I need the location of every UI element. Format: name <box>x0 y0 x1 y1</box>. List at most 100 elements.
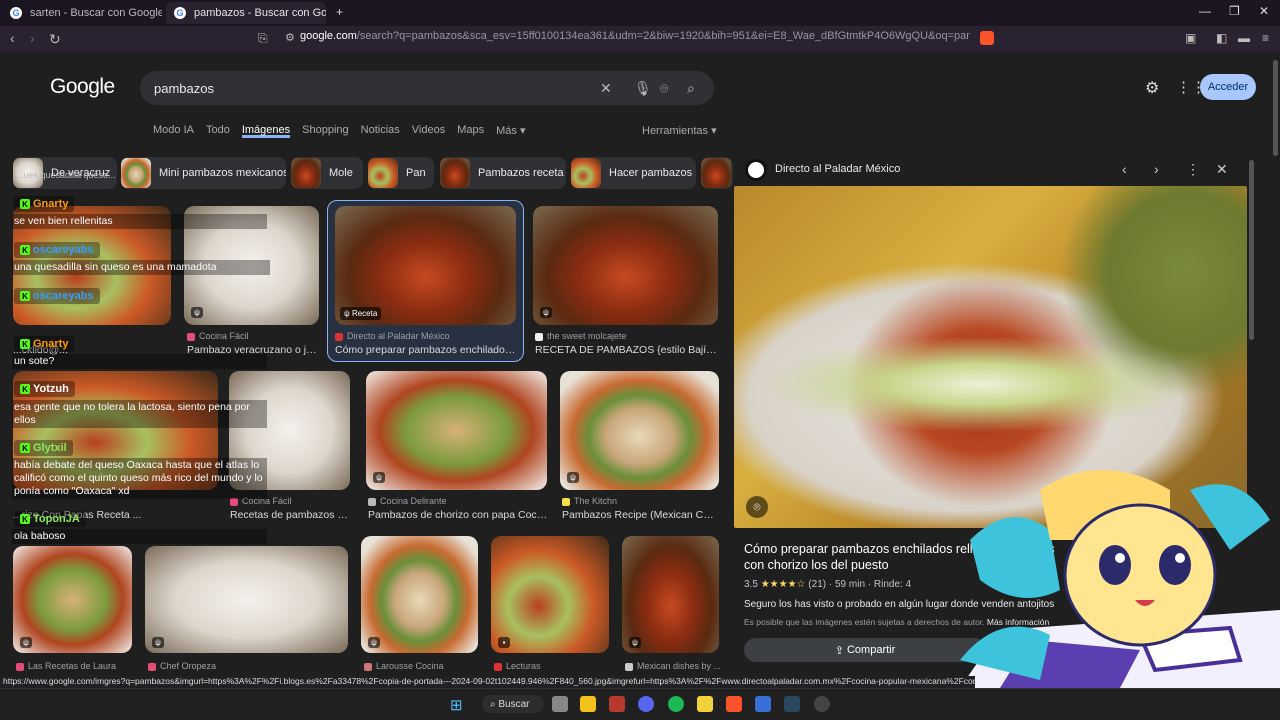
recipe-icon: ψ <box>20 637 32 648</box>
tools-button[interactable]: Herramientas ▾ <box>642 124 717 137</box>
taskbar-search[interactable]: ⌕ Buscar <box>482 695 544 713</box>
rating-stars: ★★★★☆ <box>760 579 806 590</box>
chip-mini-pambazos[interactable]: Mini pambazos mexicanos <box>121 157 286 189</box>
more-options-icon[interactable]: ⋮ <box>1186 161 1200 178</box>
recipe-icon: ψ <box>368 637 380 648</box>
reader-icon[interactable]: ▣ <box>1185 31 1196 45</box>
mic-icon[interactable]: 🎙 <box>634 80 652 97</box>
chat-username: K Gnarty <box>14 336 75 352</box>
clear-icon[interactable]: ✕ <box>600 80 612 97</box>
vpn-icon[interactable]: ▬ <box>1238 31 1250 45</box>
search-box[interactable]: pambazos ✕ 🎙 ⌾ ⌕ <box>140 71 714 105</box>
brave-shield-icon[interactable] <box>980 31 994 45</box>
tab-ai-mode[interactable]: Modo IA <box>153 124 194 138</box>
sign-in-button[interactable]: Acceder <box>1200 74 1256 100</box>
tab-shopping[interactable]: Shopping <box>302 124 349 138</box>
image-result[interactable]: ψ <box>533 206 718 325</box>
image-result[interactable]: ψ Receta <box>335 206 516 325</box>
minimize-icon[interactable]: — <box>1199 4 1211 18</box>
steam-icon[interactable] <box>784 696 800 712</box>
app-icon[interactable] <box>609 696 625 712</box>
panel-scrollbar[interactable] <box>1249 160 1254 340</box>
sidebar-icon[interactable]: ◧ <box>1216 31 1227 45</box>
result-caption[interactable]: Cómo preparar pambazos enchilados re... <box>335 344 517 356</box>
spotify-icon[interactable] <box>668 696 684 712</box>
chat-message: ...ues quesadilla queso... <box>16 170 116 180</box>
lens-icon[interactable]: ⌾ <box>660 80 668 97</box>
chat-message: ola baboso <box>12 529 267 544</box>
chip-mole[interactable]: Mole <box>291 157 363 189</box>
chat-username: K ToponJA <box>14 511 86 527</box>
google-favicon-icon: G <box>174 7 186 19</box>
panel-source[interactable]: Directo al Paladar México <box>775 163 900 175</box>
recipe-icon: ▪ <box>498 637 510 648</box>
bookmark-icon[interactable]: ⎘ <box>258 31 268 46</box>
chip-thumbnail <box>368 158 398 188</box>
app-icon[interactable] <box>755 696 771 712</box>
next-icon[interactable]: › <box>1154 161 1159 177</box>
image-result[interactable]: ▪ <box>491 536 609 653</box>
tab-images[interactable]: Imágenes <box>241 124 291 138</box>
task-view-icon[interactable] <box>552 696 568 712</box>
link-status-bar: https://www.google.com/imgres?q=pambazos… <box>0 676 975 688</box>
forward-icon[interactable]: › <box>30 30 35 46</box>
reload-icon[interactable]: ↻ <box>49 31 61 48</box>
google-logo[interactable]: Google <box>50 75 115 99</box>
result-caption[interactable]: RECETA DE PAMBAZOS {estilo Bajío} -... <box>535 344 717 356</box>
image-result[interactable]: ψ <box>366 371 547 490</box>
result-source: Larousse Cocina <box>364 661 444 671</box>
search-input[interactable]: pambazos <box>154 81 214 96</box>
result-caption[interactable]: Recetas de pambazos qu... <box>230 509 350 521</box>
search-nav-tabs: Modo IA Todo Imágenes Shopping Noticias … <box>153 124 537 138</box>
tab-videos[interactable]: Videos <box>412 124 445 138</box>
windows-start-icon[interactable]: ⊞ <box>450 696 463 714</box>
tab-news[interactable]: Noticias <box>361 124 400 138</box>
result-caption[interactable]: Pambazos de chorizo con papa Cocin... <box>368 509 548 521</box>
image-result[interactable]: ψ <box>13 546 132 653</box>
chat-username: Koscareyabs <box>14 242 100 258</box>
page-scrollbar[interactable] <box>1273 60 1278 156</box>
image-result[interactable]: ψ <box>145 546 348 653</box>
chip-label: Mini pambazos mexicanos <box>159 167 286 179</box>
chip-thumbnail <box>571 158 601 188</box>
restore-icon[interactable]: ❐ <box>1229 4 1240 18</box>
tab-all[interactable]: Todo <box>206 124 230 138</box>
tab-pambazos[interactable]: G pambazos - Buscar con Google ✕ <box>166 2 326 24</box>
result-caption[interactable]: Pambazos Recipe (Mexican Chor... <box>562 509 719 521</box>
file-explorer-icon[interactable] <box>580 696 596 712</box>
menu-icon[interactable]: ≡ <box>1262 31 1269 45</box>
search-icon[interactable]: ⌕ <box>687 80 695 97</box>
chip-thumbnail <box>121 158 151 188</box>
brave-icon[interactable] <box>726 696 742 712</box>
image-result[interactable]: ψ <box>622 536 719 653</box>
settings-icon[interactable]: ⚙ <box>1145 78 1159 98</box>
tab-more[interactable]: Más ▾ <box>496 124 525 138</box>
result-source: Chef Oropeza <box>148 661 216 671</box>
address-bar[interactable]: google.com/search?q=pambazos&sca_esv=15f… <box>300 30 970 48</box>
back-icon[interactable]: ‹ <box>10 30 15 46</box>
lens-search-icon[interactable]: ⌾ <box>746 496 768 518</box>
image-result[interactable]: ψ <box>361 536 478 653</box>
tab-title: sarten - Buscar con Google <box>30 7 162 19</box>
new-tab-button[interactable]: + <box>336 5 343 19</box>
obs-icon[interactable] <box>814 696 830 712</box>
chip-pan[interactable]: Pan <box>368 157 434 189</box>
taskbar-search-label: Buscar <box>498 698 530 710</box>
chip-more[interactable] <box>701 157 733 189</box>
tab-maps[interactable]: Maps <box>457 124 484 138</box>
previous-icon[interactable]: ‹ <box>1122 161 1127 177</box>
notes-icon[interactable] <box>697 696 713 712</box>
chip-hacer-pambazos[interactable]: Hacer pambazos <box>571 157 696 189</box>
chip-pambazos-receta[interactable]: Pambazos receta <box>440 157 566 189</box>
recipe-icon: ψ <box>567 472 579 483</box>
chip-thumbnail <box>291 158 321 188</box>
vtuber-avatar <box>960 470 1280 688</box>
recipe-badge: ψ Receta <box>340 307 382 320</box>
tab-sarten[interactable]: G sarten - Buscar con Google <box>2 2 162 24</box>
chat-message: un sote? <box>12 354 267 369</box>
image-result[interactable]: ψ <box>560 371 719 490</box>
close-panel-icon[interactable]: ✕ <box>1216 161 1228 178</box>
close-window-icon[interactable]: ✕ <box>1259 4 1269 18</box>
discord-icon[interactable] <box>638 696 654 712</box>
site-info-icon[interactable]: ⚙ <box>285 31 295 44</box>
